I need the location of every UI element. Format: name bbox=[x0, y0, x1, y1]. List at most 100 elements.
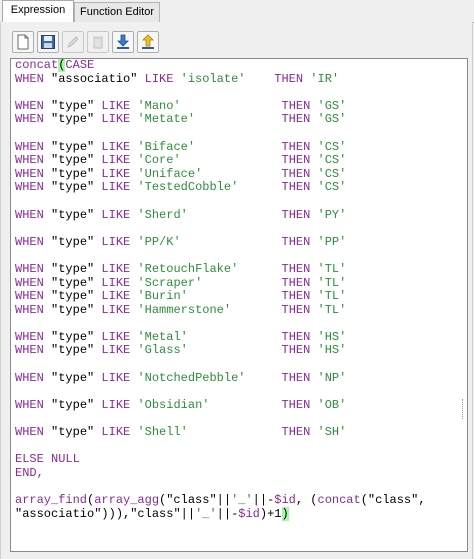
code-token: 'HS' bbox=[317, 343, 347, 358]
code-token: THEN bbox=[281, 275, 318, 290]
code-token: 'TestedCobble' bbox=[137, 180, 239, 195]
code-token: 'NotchedPebble' bbox=[137, 370, 246, 385]
code-token: THEN bbox=[281, 261, 318, 276]
code-token: "associatio" bbox=[15, 506, 102, 521]
code-line: WHEN "associatio" LIKE 'isolate' THEN 'I… bbox=[15, 71, 426, 87]
expression-code[interactable]: concat(CASE WHEN "associatio" LIKE 'isola… bbox=[15, 59, 426, 521]
code-token: 'CS' bbox=[317, 139, 347, 154]
code-token: THEN bbox=[281, 153, 318, 168]
export-button[interactable] bbox=[137, 31, 159, 53]
code-token: "class" bbox=[166, 493, 217, 507]
code-token: CASE bbox=[65, 58, 95, 72]
code-token: WHEN bbox=[15, 207, 52, 222]
scrollbar-grip[interactable] bbox=[462, 399, 466, 419]
code-token: "type" bbox=[51, 207, 95, 222]
code-token: 'TL' bbox=[317, 302, 347, 317]
code-token: LIKE bbox=[94, 370, 138, 385]
code-token: WHEN bbox=[15, 329, 52, 344]
new-file-button[interactable] bbox=[12, 31, 34, 53]
expression-editor[interactable]: concat(CASE WHEN "associatio" LIKE 'isola… bbox=[10, 58, 468, 552]
code-token: "class" bbox=[130, 506, 181, 521]
code-token: LIKE bbox=[94, 153, 138, 168]
code-token: 'isolate' bbox=[180, 71, 246, 86]
code-token: 'TL' bbox=[317, 261, 347, 276]
code-token: LIKE bbox=[94, 166, 138, 181]
code-token: LIKE bbox=[94, 207, 138, 222]
code-line: WHEN "type" LIKE 'Glass' THEN 'HS' bbox=[15, 344, 426, 358]
code-token: "type" bbox=[51, 180, 95, 195]
code-token: WHEN bbox=[15, 98, 52, 113]
delete-button[interactable] bbox=[87, 31, 109, 53]
tab-function-editor[interactable]: Function Editor bbox=[74, 2, 160, 22]
code-token: 'Shell' bbox=[137, 425, 188, 440]
code-line: WHEN "type" LIKE 'Burin' THEN 'TL' bbox=[15, 289, 426, 304]
code-token: array_agg bbox=[94, 493, 160, 507]
code-token: 'PP/K' bbox=[137, 234, 181, 249]
code-token: ELSE NULL bbox=[15, 452, 80, 467]
code-token: "type" bbox=[51, 153, 95, 168]
delete-icon bbox=[93, 36, 103, 49]
code-token: "type" bbox=[51, 425, 95, 440]
code-token: WHEN bbox=[15, 289, 52, 304]
import-button[interactable] bbox=[112, 31, 134, 53]
code-token: 'Obsidian' bbox=[137, 397, 210, 412]
export-icon bbox=[142, 34, 154, 49]
code-token: WHEN bbox=[15, 397, 52, 412]
code-token: ))), bbox=[101, 506, 131, 521]
tab-expression[interactable]: Expression bbox=[2, 0, 74, 23]
code-token: $id bbox=[238, 506, 260, 521]
code-token: '_' bbox=[195, 506, 217, 521]
code-token: THEN bbox=[281, 370, 318, 385]
code-token: "associatio" bbox=[51, 71, 138, 86]
code-token: LIKE bbox=[94, 112, 138, 127]
code-token: WHEN bbox=[15, 112, 52, 127]
code-line: "associatio"))),"class"||'_'||-$id)+1) bbox=[15, 506, 426, 522]
code-token: ||- bbox=[216, 506, 239, 521]
code-line: WHEN "type" LIKE 'Mano' THEN 'GS' bbox=[15, 98, 426, 114]
save-button[interactable] bbox=[37, 31, 59, 53]
edit-button[interactable] bbox=[62, 31, 84, 53]
code-line: WHEN "type" LIKE 'TestedCobble' THEN 'CS… bbox=[15, 181, 426, 195]
code-line: WHEN "type" LIKE 'Uniface' THEN 'CS' bbox=[15, 166, 426, 182]
code-token: 'CS' bbox=[317, 153, 347, 168]
code-token: 'Burin' bbox=[137, 289, 188, 304]
code-token: 'HS' bbox=[317, 329, 347, 344]
code-token: 'Uniface' bbox=[137, 166, 203, 181]
code-token: 'PY' bbox=[317, 207, 347, 222]
code-token: LIKE bbox=[94, 425, 138, 440]
code-token: 'TL' bbox=[317, 289, 347, 304]
code-token: WHEN bbox=[15, 166, 52, 181]
code-token: LIKE bbox=[137, 71, 181, 86]
code-token: array_find bbox=[15, 493, 88, 507]
code-line: WHEN "type" LIKE 'Obsidian' THEN 'OB' bbox=[15, 397, 426, 413]
code-token: WHEN bbox=[15, 275, 52, 290]
code-token: THEN bbox=[281, 302, 318, 317]
code-token: WHEN bbox=[15, 302, 52, 317]
code-line: WHEN "type" LIKE 'Sherd' THEN 'PY' bbox=[15, 207, 426, 223]
code-token: THEN bbox=[281, 425, 318, 440]
code-token: 'Metate' bbox=[137, 112, 196, 127]
code-token: THEN bbox=[281, 289, 318, 304]
code-token: THEN bbox=[281, 207, 318, 222]
code-token: 'RetouchFlake' bbox=[137, 261, 239, 276]
code-token: ( bbox=[360, 493, 368, 507]
code-token: "class" bbox=[367, 493, 419, 507]
code-token: THEN bbox=[274, 71, 311, 86]
code-line: WHEN "type" LIKE 'Shell' THEN 'SH' bbox=[15, 425, 426, 440]
code-token: 'GS' bbox=[317, 98, 347, 113]
code-token: END, bbox=[15, 465, 44, 480]
